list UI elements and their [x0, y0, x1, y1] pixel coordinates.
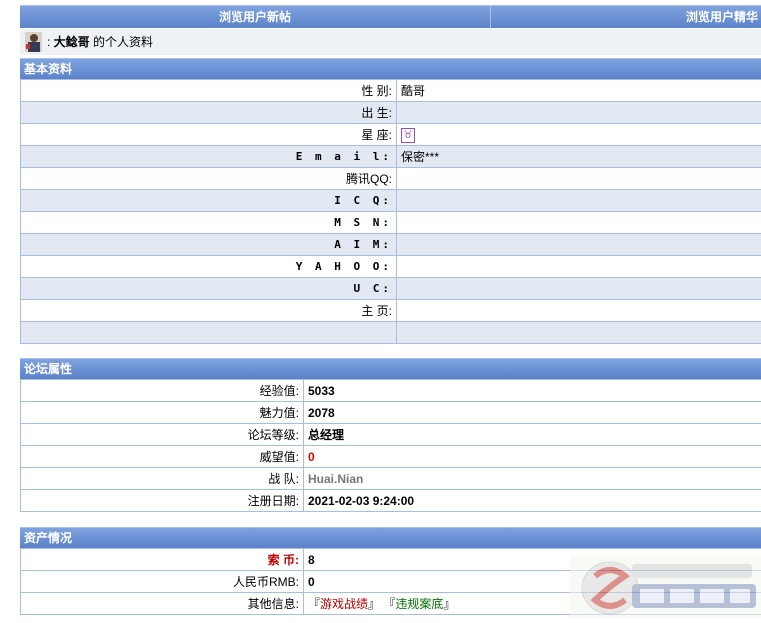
aim-label: A I M: [20, 233, 397, 256]
table-row: 威望值: 0 [20, 445, 761, 468]
table-row: 论坛等级: 总经理 [20, 423, 761, 446]
section-title-forum: 论坛属性 [20, 358, 761, 379]
gender-value: 酷哥 [396, 79, 761, 102]
profile-title: : 大鲶哥 的个人资料 [47, 35, 154, 49]
table-row: M S N: [20, 211, 761, 234]
table-row: I C Q: [20, 189, 761, 212]
table-row: Y A H O O: [20, 255, 761, 278]
table-row: 战 队: Huai.Nian [20, 467, 761, 490]
table-row: E m a i l: 保密*** [20, 145, 761, 168]
forum-attributes-section: 论坛属性 经验值: 5033 魅力值: 2078 论坛等级: 总经理 威望值: 0 战 … [20, 358, 761, 512]
team-value: Huai.Nian [303, 467, 761, 490]
username: 大鲶哥 [53, 35, 90, 49]
profile-title-suffix: 的个人资料 [93, 35, 154, 49]
gender-label: 性 别: [20, 79, 397, 102]
bracket-open: 『 [308, 597, 321, 611]
empty-cell [396, 321, 761, 344]
top-nav: 浏览用户新帖 浏览用户精华 [20, 5, 761, 28]
game-record-link[interactable]: 游戏战绩 [320, 597, 368, 611]
violation-record-link[interactable]: 违规案底 [395, 597, 443, 611]
msn-label: M S N: [20, 211, 397, 234]
msn-value [396, 211, 761, 234]
qq-value [396, 167, 761, 190]
team-label: 战 队: [20, 467, 304, 490]
zodiac-label: 星 座: [20, 123, 397, 146]
uc-label: U C: [20, 277, 397, 300]
zodiac-cell: ♉ [396, 123, 761, 146]
other-info-label: 其他信息: [20, 592, 304, 615]
email-label: E m a i l: [20, 145, 397, 168]
bracket-close: 』 [443, 597, 456, 611]
exp-label: 经验值: [20, 379, 304, 402]
forum-attributes-table: 经验值: 5033 魅力值: 2078 论坛等级: 总经理 威望值: 0 战 队: Hua… [20, 379, 761, 512]
table-row: 腾讯QQ: [20, 167, 761, 190]
coins-label: 索 币: [20, 548, 304, 571]
homepage-label: 主 页: [20, 299, 397, 322]
yahoo-value [396, 255, 761, 278]
birth-value [396, 101, 761, 124]
bracket-close: 』 [368, 597, 381, 611]
tab-user-featured-posts[interactable]: 浏览用户精华 [491, 6, 761, 28]
icq-label: I C Q: [20, 189, 397, 212]
yahoo-label: Y A H O O: [20, 255, 397, 278]
level-label: 论坛等级: [20, 423, 304, 446]
taurus-icon: ♉ [401, 127, 415, 143]
charm-value: 2078 [303, 401, 761, 424]
site-watermark-logo [570, 556, 761, 618]
table-row: 性 别: 酷哥 [20, 79, 761, 102]
table-row: 注册日期: 2021-02-03 9:24:00 [20, 489, 761, 512]
exp-value: 5033 [303, 379, 761, 402]
table-row: 魅力值: 2078 [20, 401, 761, 424]
table-row: 出 生: [20, 101, 761, 124]
regdate-value: 2021-02-03 9:24:00 [303, 489, 761, 512]
tab-user-new-posts[interactable]: 浏览用户新帖 [20, 6, 491, 28]
email-value: 保密*** [396, 145, 761, 168]
table-row: 经验值: 5033 [20, 379, 761, 402]
bracket-open: 『 [383, 597, 396, 611]
regdate-label: 注册日期: [20, 489, 304, 512]
prestige-value: 0 [303, 445, 761, 468]
uc-value [396, 277, 761, 300]
table-row: 星 座: ♉ [20, 123, 761, 146]
section-title-assets: 资产情况 [20, 527, 761, 548]
charm-label: 魅力值: [20, 401, 304, 424]
level-value: 总经理 [303, 423, 761, 446]
rmb-label: 人民币RMB: [20, 570, 304, 593]
user-avatar-icon [25, 32, 42, 52]
table-row: A I M: [20, 233, 761, 256]
profile-title-row: : 大鲶哥 的个人资料 [20, 29, 761, 55]
table-row: U C: [20, 277, 761, 300]
empty-cell [20, 321, 397, 344]
homepage-value [396, 299, 761, 322]
prestige-label: 威望值: [20, 445, 304, 468]
icq-value [396, 189, 761, 212]
qq-label: 腾讯QQ: [20, 167, 397, 190]
basic-info-table: 性 别: 酷哥 出 生: 星 座: ♉ E m a i l: 保密*** 腾讯QQ: … [20, 79, 761, 344]
table-row [20, 321, 761, 344]
birth-label: 出 生: [20, 101, 397, 124]
table-row: 主 页: [20, 299, 761, 322]
aim-value [396, 233, 761, 256]
basic-info-section: 基本资料 性 别: 酷哥 出 生: 星 座: ♉ E m a i l: 保密*** 腾… [20, 58, 761, 344]
section-title-basic: 基本资料 [20, 58, 761, 79]
